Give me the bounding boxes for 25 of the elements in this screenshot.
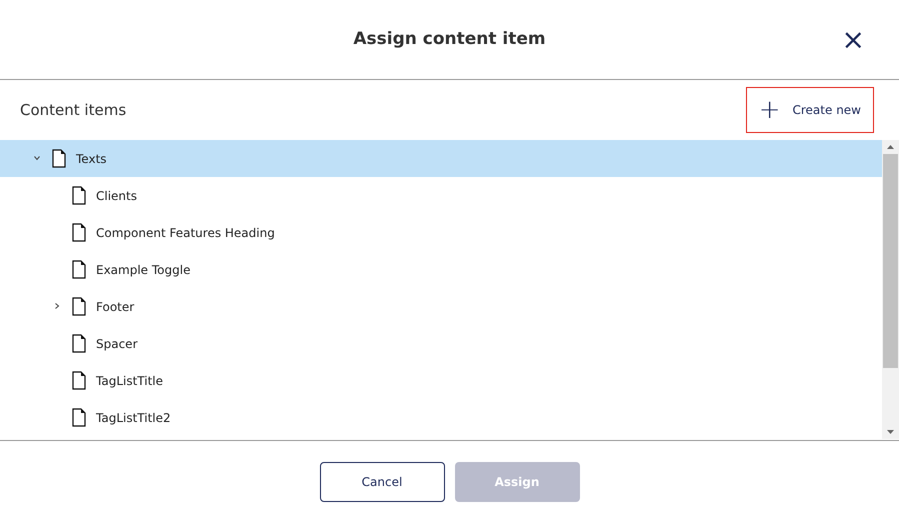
tree-item[interactable]: Clients — [0, 177, 882, 214]
tree-item[interactable]: Texts — [0, 140, 882, 177]
secondary-button[interactable]: Cancel — [320, 462, 444, 502]
create-new-button[interactable]: + Create new — [746, 87, 874, 133]
panel-title: Content items — [20, 100, 126, 121]
plus-icon: + — [758, 97, 780, 123]
document-icon — [72, 223, 86, 242]
document-icon — [72, 297, 86, 316]
tree-item[interactable]: TagListTitle2 — [0, 399, 882, 436]
document-icon — [72, 371, 86, 390]
document-icon — [72, 408, 86, 427]
document-icon — [72, 260, 86, 279]
expand-chevron-icon[interactable] — [53, 302, 61, 310]
tree-item[interactable]: Component Features Heading — [0, 214, 882, 251]
dialog-title: Assign content item — [353, 28, 546, 51]
tree-item[interactable]: TagListTitle — [0, 362, 882, 399]
tree-item[interactable]: Footer — [0, 288, 882, 325]
close-button[interactable]: × — [838, 26, 869, 54]
document-icon — [72, 334, 86, 353]
scrollbar[interactable] — [882, 140, 899, 439]
tree-item[interactable]: Example Toggle — [0, 251, 882, 288]
document-icon — [52, 149, 66, 168]
collapse-chevron-icon[interactable] — [33, 154, 41, 162]
document-icon — [72, 186, 86, 205]
tree-item[interactable]: Spacer — [0, 325, 882, 362]
